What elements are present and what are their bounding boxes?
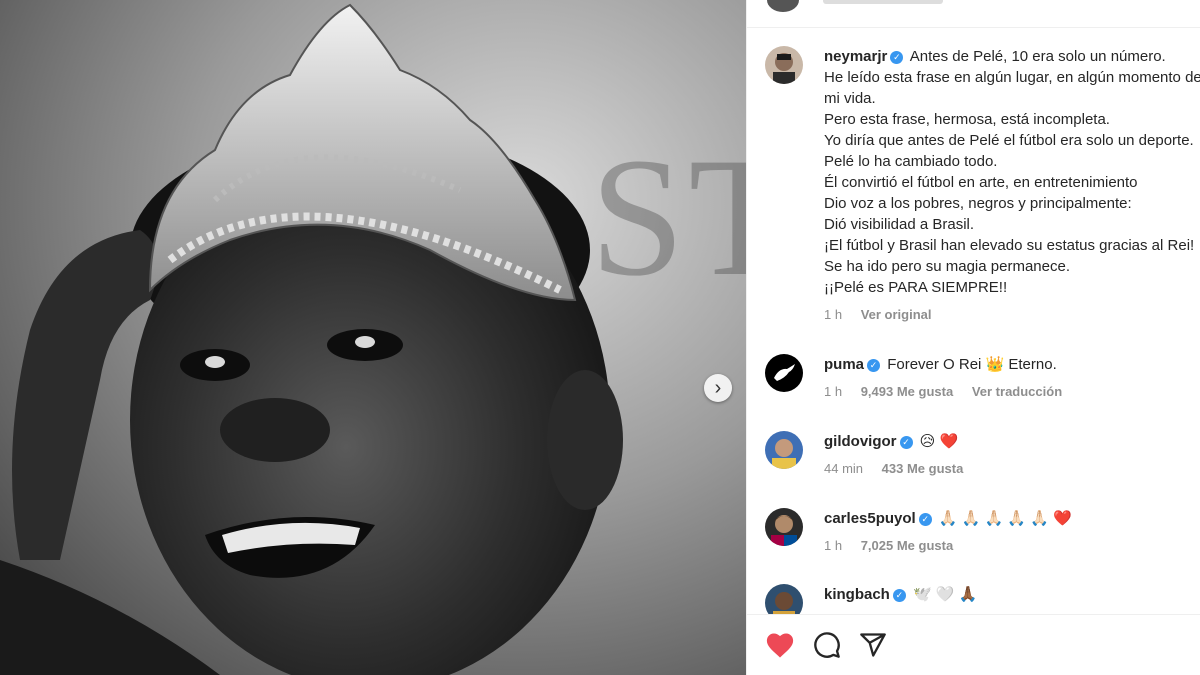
comment-text: 🕊️ 🤍 🙏🏾 [913, 586, 978, 603]
action-bar [747, 614, 1200, 675]
comment-meta: 1 h 9,493 Me gusta Ver traducción [824, 384, 1200, 400]
comment-button[interactable] [813, 631, 841, 664]
share-icon [860, 633, 886, 657]
comment-username[interactable]: kingbach [824, 586, 890, 603]
comment-text: Forever O Rei 👑 Eterno. [887, 356, 1057, 373]
caption-line: mi vida. [824, 90, 876, 107]
verified-badge-icon: ✓ [867, 359, 881, 372]
avatar[interactable] [765, 508, 803, 546]
verified-badge-icon: ✓ [890, 51, 904, 64]
share-button[interactable] [859, 631, 887, 664]
caption-line: Él convirtió el fútbol en arte, en entre… [824, 174, 1138, 191]
header-username-placeholder [823, 0, 943, 4]
portrait-illustration [0, 3, 623, 675]
comment-likes[interactable]: 7,025 Me gusta [861, 538, 954, 553]
comment-username[interactable]: puma [824, 356, 864, 373]
comment-time: 1 h [824, 538, 843, 553]
caption-line: ¡El fútbol y Brasil han elevado su estat… [824, 237, 1195, 254]
comment-username[interactable]: gildovigor [824, 433, 897, 450]
caption-username[interactable]: neymarjr [824, 48, 887, 65]
caption-meta: 1 h Ver original [824, 307, 1200, 323]
see-original-link[interactable]: Ver original [861, 307, 932, 322]
caption-line: ¡¡Pelé es PARA SIEMPRE!! [824, 279, 1008, 296]
post-photo: ST › [0, 0, 746, 675]
comments-list: neymarjr ✓ Antes de Pelé, 10 era solo un … [747, 28, 1200, 614]
comment-text: 😥 ❤️ [919, 433, 959, 450]
caption-line: Dio voz a los pobres, negros y principal… [824, 195, 1132, 212]
comment-meta: 44 min 433 Me gusta [824, 461, 1200, 477]
caption-time: 1 h [824, 307, 843, 322]
caption-line: He leído esta frase en algún lugar, en a… [824, 69, 1200, 86]
next-image-button[interactable]: › [704, 374, 732, 402]
caption-line: Antes de Pelé, 10 era solo un número. [909, 48, 1166, 65]
chevron-right-icon: › [714, 377, 722, 399]
caption-line: Yo diría que antes de Pelé el fútbol era… [824, 132, 1194, 149]
avatar[interactable] [765, 46, 803, 84]
caption-line: Pero esta frase, hermosa, está incomplet… [824, 111, 1110, 128]
comment-time: 1 h [824, 384, 843, 399]
comment-text: 🙏🏻 🙏🏻 🙏🏻 🙏🏻 🙏🏻 ❤️ [938, 510, 1072, 527]
verified-badge-icon: ✓ [899, 436, 913, 449]
comment-time: 44 min [824, 461, 864, 476]
avatar[interactable] [765, 354, 803, 392]
verified-badge-icon: ✓ [918, 513, 932, 526]
caption-line: Dió visibilidad a Brasil. [824, 216, 975, 233]
comment-username[interactable]: carles5puyol [824, 510, 916, 527]
caption-line: Pelé lo ha cambiado todo. [824, 153, 998, 170]
post-side-panel: neymarjr ✓ Antes de Pelé, 10 era solo un … [746, 0, 1200, 675]
avatar[interactable] [765, 584, 803, 614]
verified-badge-icon: ✓ [892, 589, 906, 602]
caption-line: Se ha ido pero su magia permanece. [824, 258, 1070, 275]
comment-likes[interactable]: 433 Me gusta [882, 461, 964, 476]
translate-link[interactable]: Ver traducción [972, 384, 1062, 399]
comment-meta: 1 h 7,025 Me gusta [824, 538, 1200, 554]
avatar[interactable] [765, 431, 803, 469]
like-button[interactable] [765, 631, 795, 664]
heart-icon [766, 633, 794, 658]
comment-likes[interactable]: 9,493 Me gusta [861, 384, 954, 399]
comment-icon [814, 632, 840, 658]
header-avatar[interactable] [767, 0, 799, 12]
post-header-strip [747, 0, 1200, 28]
